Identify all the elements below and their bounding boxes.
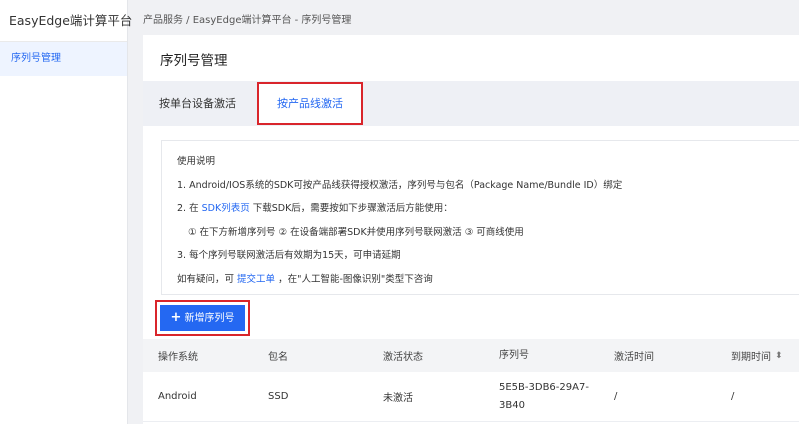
main-area: 产品服务 / EasyEdge端计算平台 - 序列号管理 序列号管理 按单台设备… — [129, 0, 799, 424]
cell-activated: / — [614, 391, 618, 402]
notice-line-3: ① 在下方新增序列号 ② 在设备端部署SDK并使用序列号联网激活 ③ 可商线使用 — [188, 226, 524, 238]
cell-expires: / — [731, 391, 735, 402]
notice-title: 使用说明 — [177, 156, 216, 167]
column-header-serial: 序列号 — [499, 349, 529, 361]
sort-icon[interactable]: ⬍ — [775, 351, 783, 361]
column-header-package: 包名 — [268, 352, 288, 363]
brand-title: EasyEdge端计算平台 — [0, 0, 132, 42]
cell-serial: 5E5B-3DB6-29A7-3B40 — [499, 381, 589, 411]
tab-single-device[interactable]: 按单台设备激活 — [159, 81, 236, 126]
sidebar-item-serial-management[interactable]: 序列号管理 — [0, 42, 127, 76]
serial-table: 操作系统 包名 激活状态 序列号 激活时间 到期时间 ⬍ Android SSD… — [143, 339, 799, 422]
table-header: 操作系统 包名 激活状态 序列号 激活时间 到期时间 ⬍ — [143, 339, 799, 372]
sidebar: EasyEdge端计算平台 序列号管理 — [0, 0, 132, 424]
notice-line-1: 1. Android/IOS系统的SDK可按产品线获得授权激活，序列号与包名（P… — [177, 179, 623, 191]
page-title: 序列号管理 — [160, 53, 228, 69]
column-header-expires[interactable]: 到期时间 ⬍ — [731, 339, 783, 372]
notice-line-4: 3. 每个序列号联网激活后有效期为15天，可申请延期 — [177, 250, 401, 261]
plus-icon: + — [170, 310, 182, 325]
content-card: 序列号管理 按单台设备激活 按产品线激活 使用说明 1. Android/IOS… — [143, 35, 799, 424]
cell-os: Android — [158, 391, 197, 402]
tab-product-line[interactable]: 按产品线激活 — [257, 82, 363, 125]
column-header-os: 操作系统 — [158, 352, 198, 363]
notice-line-2: 2. 在 SDK列表页 下载SDK后，需要按如下步骤激活后方能使用： — [177, 200, 799, 224]
tab-bar: 按单台设备激活 按产品线激活 — [143, 81, 799, 126]
usage-notice: 使用说明 1. Android/IOS系统的SDK可按产品线获得授权激活，序列号… — [161, 140, 799, 295]
column-header-expires-label: 到期时间 — [731, 352, 771, 363]
notice-line-5-prefix: 如有疑问，可 — [177, 273, 235, 285]
column-header-activated: 激活时间 — [614, 352, 654, 363]
submit-ticket-link[interactable]: 提交工单 — [237, 274, 275, 285]
cell-package: SSD — [268, 391, 289, 402]
add-serial-button[interactable]: + 新增序列号 — [160, 305, 245, 331]
add-button-highlight: + 新增序列号 — [155, 300, 250, 336]
breadcrumb: 产品服务 / EasyEdge端计算平台 - 序列号管理 — [143, 15, 352, 26]
table-row: Android SSD 未激活 5E5B-3DB6-29A7-3B40 / / — [143, 372, 799, 422]
add-serial-button-label: 新增序列号 — [184, 313, 235, 324]
notice-line-2-suffix: 下载SDK后，需要按如下步骤激活后方能使用： — [252, 203, 453, 214]
cell-status: 未激活 — [383, 393, 413, 404]
column-header-status: 激活状态 — [383, 352, 423, 363]
notice-line-5: 如有疑问，可 提交工单 ，在"人工智能-图像识别"类型下咨询 — [177, 271, 799, 295]
notice-line-5-suffix: ，在"人工智能-图像识别"类型下咨询 — [278, 273, 433, 285]
notice-line-2-prefix: 2. 在 — [177, 203, 199, 214]
sdk-list-link[interactable]: SDK列表页 — [202, 203, 250, 214]
